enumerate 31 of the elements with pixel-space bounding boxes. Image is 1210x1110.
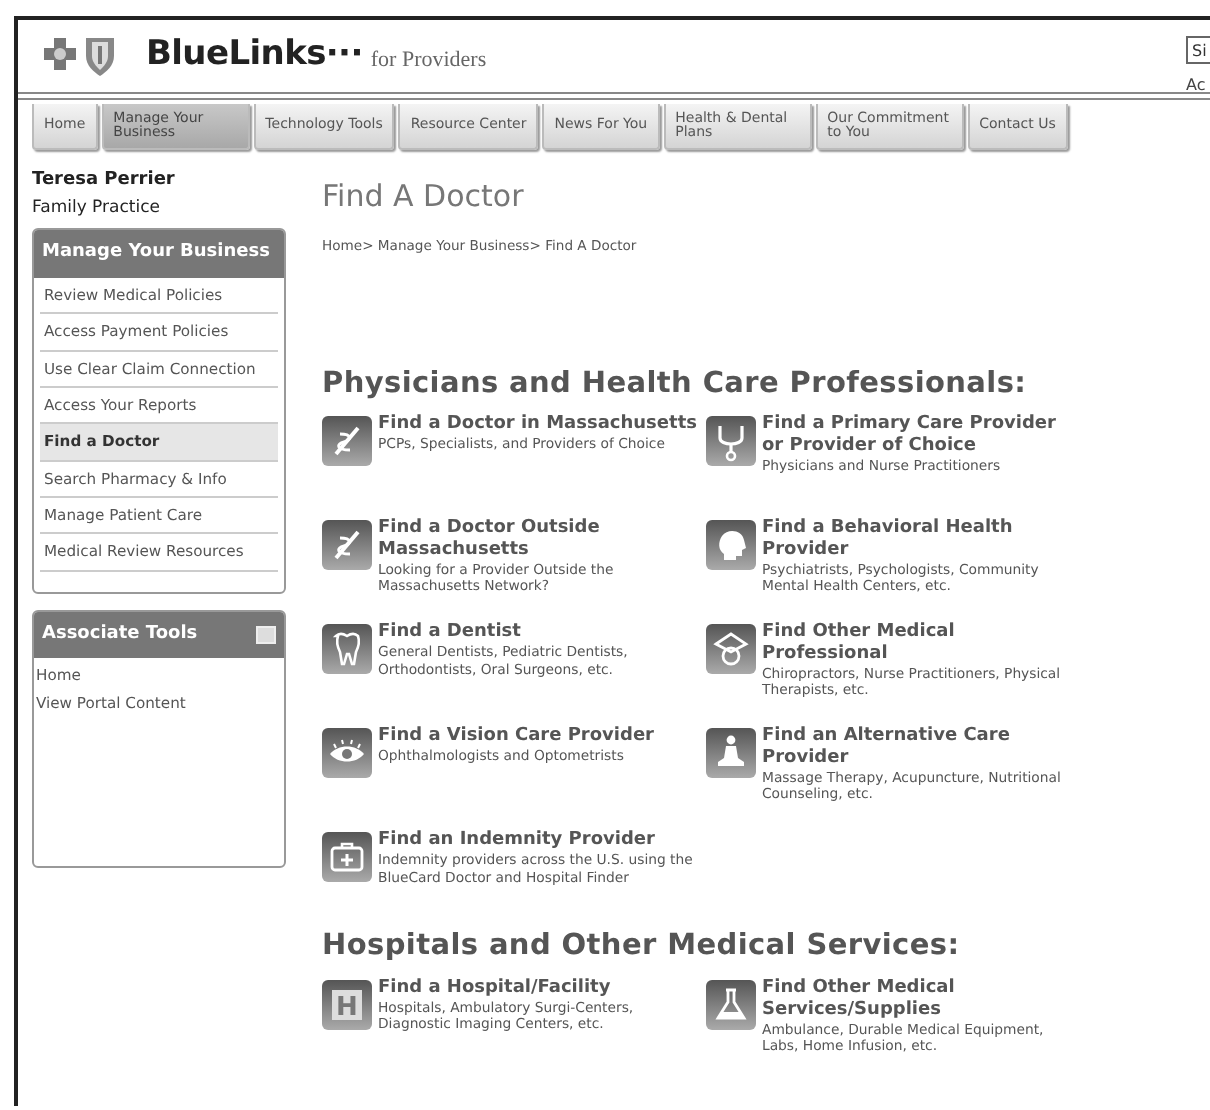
section-heading: Hospitals and Other Medical Services: (322, 928, 962, 967)
tooth-icon[interactable] (322, 624, 372, 675)
section-heading: Physicians and Health Care Professionals: (322, 365, 1029, 404)
provider-link[interactable]: Find a Dentist (378, 622, 706, 645)
cap-icon[interactable] (706, 624, 756, 675)
medical-kit-icon[interactable] (322, 832, 372, 883)
provider-link[interactable]: Find a Hospital/Facility (378, 978, 706, 1000)
stethoscope-icon[interactable] (706, 416, 756, 467)
provider-link[interactable]: Find an Alternative Care Provider (762, 726, 1066, 771)
provider-link[interactable]: Find a Vision Care Provider (378, 726, 654, 749)
provider-link[interactable]: Find Other Medical Services/Supplies (762, 978, 1066, 1022)
provider-link[interactable]: Find a Doctor Outside Massachusetts (378, 518, 706, 563)
user-name: Teresa Perrier (32, 168, 177, 194)
flask-icon[interactable] (706, 980, 756, 1031)
search-field[interactable]: Si (1186, 36, 1210, 64)
practice-name: Family Practice (32, 195, 163, 221)
provider-link[interactable]: Find an Indemnity Provider (378, 830, 706, 853)
provider-link[interactable]: Find a Behavioral Health Provider (762, 518, 1066, 563)
header-link[interactable]: Ac (1186, 74, 1206, 98)
figure-icon[interactable] (706, 728, 756, 779)
provider-link[interactable]: Find Other Medical Professional (762, 622, 1066, 667)
panel-title: Manage Your Business (42, 240, 270, 267)
provider-link[interactable]: Find a Primary Care Provider or Provider of Choice (762, 414, 1066, 459)
head-icon[interactable] (706, 520, 756, 571)
brand-name: BlueLinks··· (146, 32, 363, 79)
panel-title: Associate Tools (42, 621, 198, 648)
minimize-icon[interactable] (256, 626, 276, 645)
tagline: for Providers (370, 45, 487, 76)
page-title: Find A Doctor (322, 176, 526, 218)
provider-link[interactable]: Find a Doctor in Massachusetts (378, 414, 697, 437)
eye-icon[interactable] (322, 728, 372, 779)
